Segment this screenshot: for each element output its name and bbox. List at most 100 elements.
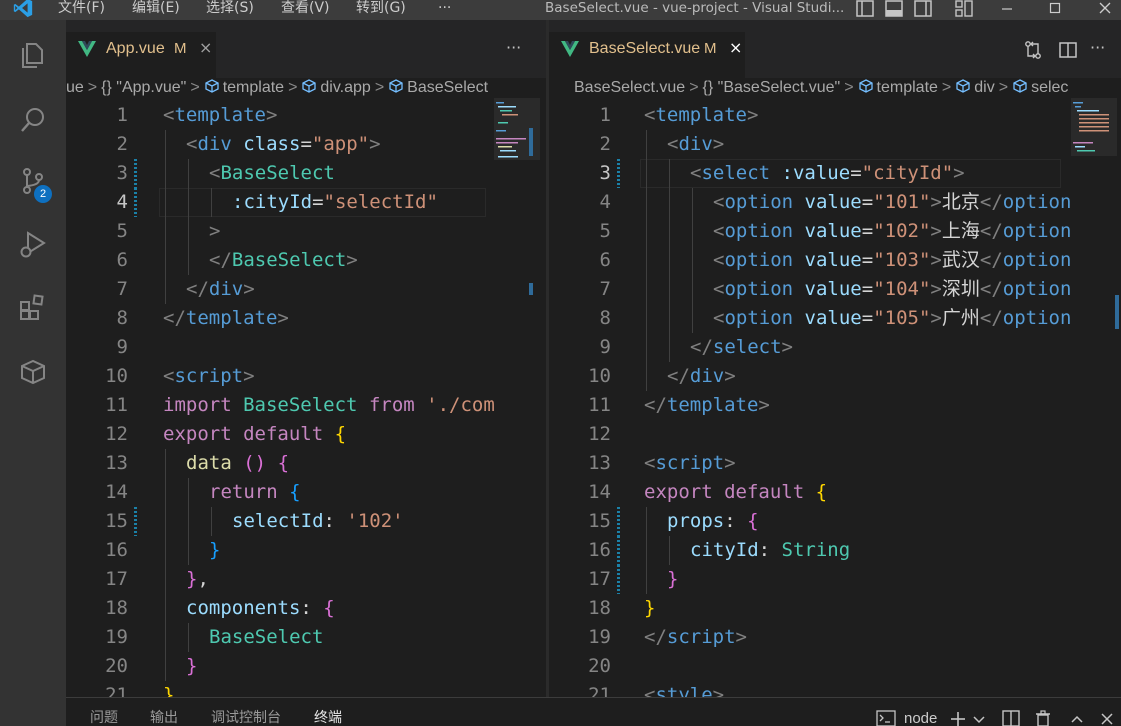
- code-editor[interactable]: 1 <template> 2 <div class="app"> 3 <BaseSelec…: [66, 101, 546, 697]
- split-editor-icon[interactable]: [1058, 40, 1078, 60]
- code-line[interactable]: 14 return {: [66, 478, 546, 507]
- code-line[interactable]: 9: [66, 333, 546, 362]
- breadcrumb-item[interactable]: BaseSelect.vue: [574, 78, 685, 98]
- code-line[interactable]: 16 cityId: String: [549, 536, 1121, 565]
- git-modified-marker[interactable]: [617, 565, 620, 594]
- code-line[interactable]: 12: [549, 420, 1121, 449]
- breadcrumb-item[interactable]: {} "App.vue": [101, 78, 186, 98]
- menu-file[interactable]: 文件(F): [58, 0, 105, 17]
- breadcrumb-item[interactable]: ue: [66, 78, 84, 98]
- more-actions-icon[interactable]: ···: [506, 38, 521, 57]
- code-line[interactable]: 5 >: [66, 217, 546, 246]
- code-line[interactable]: 1 <template>: [549, 101, 1121, 130]
- close-icon[interactable]: [1097, 710, 1117, 726]
- menu-view[interactable]: 查看(V): [281, 0, 330, 17]
- tab-close-icon[interactable]: ×: [729, 38, 742, 58]
- code-line[interactable]: 2 <div>: [549, 130, 1121, 159]
- git-modified-marker[interactable]: [617, 507, 620, 536]
- code-line[interactable]: 17},: [66, 565, 546, 594]
- code-line[interactable]: 6 </BaseSelect>: [66, 246, 546, 275]
- code-line[interactable]: 13 <script>: [549, 449, 1121, 478]
- scrollbar-thumb[interactable]: [529, 128, 533, 156]
- more-actions-icon[interactable]: ···: [1090, 38, 1105, 57]
- breadcrumb-item[interactable]: BaseSelect: [407, 78, 488, 98]
- code-line[interactable]: 20}: [66, 652, 546, 681]
- breadcrumb-item[interactable]: {} "BaseSelect.vue": [703, 78, 841, 98]
- breadcrumb-item[interactable]: div.app: [320, 78, 370, 98]
- extensions-icon[interactable]: [18, 293, 48, 323]
- tab-problems[interactable]: 问题: [90, 708, 118, 726]
- remote-box-icon[interactable]: [18, 357, 48, 387]
- menu-edit[interactable]: 编辑(E): [132, 0, 180, 17]
- tab-baseselect-vue[interactable]: BaseSelect.vue M ×: [549, 32, 745, 78]
- add-terminal-icon[interactable]: [948, 710, 968, 726]
- chevron-up-icon[interactable]: [1067, 710, 1087, 726]
- tab-output[interactable]: 输出: [150, 708, 178, 726]
- code-line[interactable]: 1 <template>: [66, 101, 546, 130]
- code-line[interactable]: 15 props: {: [549, 507, 1121, 536]
- toggle-secondary-sidebar-icon[interactable]: [913, 0, 933, 18]
- git-modified-marker[interactable]: [134, 188, 137, 217]
- code-line[interactable]: 7 </div>: [66, 275, 546, 304]
- code-line[interactable]: 18}: [549, 594, 1121, 623]
- explorer-icon[interactable]: [18, 40, 48, 70]
- code-line[interactable]: 20: [549, 652, 1121, 681]
- tab-close-icon[interactable]: ×: [199, 38, 212, 58]
- code-line[interactable]: 13 data () {: [66, 449, 546, 478]
- minimize-icon[interactable]: [995, 0, 1019, 18]
- code-line[interactable]: 21}: [66, 681, 546, 697]
- code-line[interactable]: 16}: [66, 536, 546, 565]
- code-line[interactable]: 17}: [549, 565, 1121, 594]
- close-window-icon[interactable]: [1093, 0, 1117, 18]
- maximize-icon[interactable]: [1043, 0, 1067, 18]
- code-line[interactable]: 4 <option value="101">北京</option: [549, 188, 1121, 217]
- scrollbar-thumb[interactable]: [1115, 295, 1119, 329]
- menu-go[interactable]: 转到(G): [356, 0, 406, 17]
- code-line[interactable]: 6 <option value="103">武汉</option: [549, 246, 1121, 275]
- breadcrumb-item[interactable]: div: [974, 78, 994, 98]
- minimap[interactable]: [492, 98, 544, 697]
- code-line[interactable]: 19 </script>: [549, 623, 1121, 652]
- trash-icon[interactable]: [1033, 710, 1053, 726]
- menu-selection[interactable]: 选择(S): [206, 0, 254, 17]
- toggle-panel-icon[interactable]: [884, 0, 904, 18]
- code-line[interactable]: 5 <option value="102">上海</option: [549, 217, 1121, 246]
- code-line[interactable]: 21 <style>: [549, 681, 1121, 697]
- code-line[interactable]: 12 export default {: [66, 420, 546, 449]
- code-line[interactable]: 11 </template>: [549, 391, 1121, 420]
- code-line[interactable]: 8 </template>: [66, 304, 546, 333]
- terminal-name[interactable]: node: [904, 710, 937, 726]
- tab-terminal[interactable]: 终端: [314, 708, 342, 726]
- code-line[interactable]: 2 <div class="app">: [66, 130, 546, 159]
- open-changes-icon[interactable]: [1023, 40, 1043, 60]
- code-line[interactable]: 11 import BaseSelect from './com: [66, 391, 546, 420]
- code-line[interactable]: 15 selectId: '102': [66, 507, 546, 536]
- git-modified-marker[interactable]: [617, 536, 620, 565]
- code-line[interactable]: 8 <option value="105">广州</option: [549, 304, 1121, 333]
- code-line[interactable]: 3 <select :value="cityId">: [549, 159, 1121, 188]
- code-editor[interactable]: 1 <template> 2 <div> 3 <select :value="cityId…: [549, 101, 1121, 697]
- code-line[interactable]: 7 <option value="104">深圳</option: [549, 275, 1121, 304]
- customize-layout-icon[interactable]: [954, 0, 974, 18]
- code-line[interactable]: 19 BaseSelect: [66, 623, 546, 652]
- code-line[interactable]: 4:cityId="selectId": [66, 188, 546, 217]
- tab-app-vue[interactable]: App.vue M ×: [66, 32, 216, 78]
- git-modified-marker[interactable]: [134, 159, 137, 188]
- minimap[interactable]: [1069, 98, 1121, 697]
- code-line[interactable]: 18 components: {: [66, 594, 546, 623]
- run-debug-icon[interactable]: [18, 229, 48, 259]
- code-line[interactable]: 10 </div>: [549, 362, 1121, 391]
- breadcrumb-item[interactable]: template: [877, 78, 938, 98]
- git-modified-marker[interactable]: [134, 507, 137, 536]
- code-line[interactable]: 3 <BaseSelect: [66, 159, 546, 188]
- toggle-primary-sidebar-icon[interactable]: [855, 0, 875, 18]
- breadcrumb-item[interactable]: selec: [1031, 78, 1068, 98]
- split-terminal-icon[interactable]: [1001, 710, 1021, 726]
- breadcrumb-item[interactable]: template: [223, 78, 284, 98]
- chevron-down-icon[interactable]: [969, 710, 989, 726]
- code-line[interactable]: 10 <script>: [66, 362, 546, 391]
- git-modified-marker[interactable]: [617, 159, 620, 188]
- code-line[interactable]: 9 </select>: [549, 333, 1121, 362]
- code-line[interactable]: 14 export default {: [549, 478, 1121, 507]
- tab-debug-console[interactable]: 调试控制台: [211, 708, 281, 726]
